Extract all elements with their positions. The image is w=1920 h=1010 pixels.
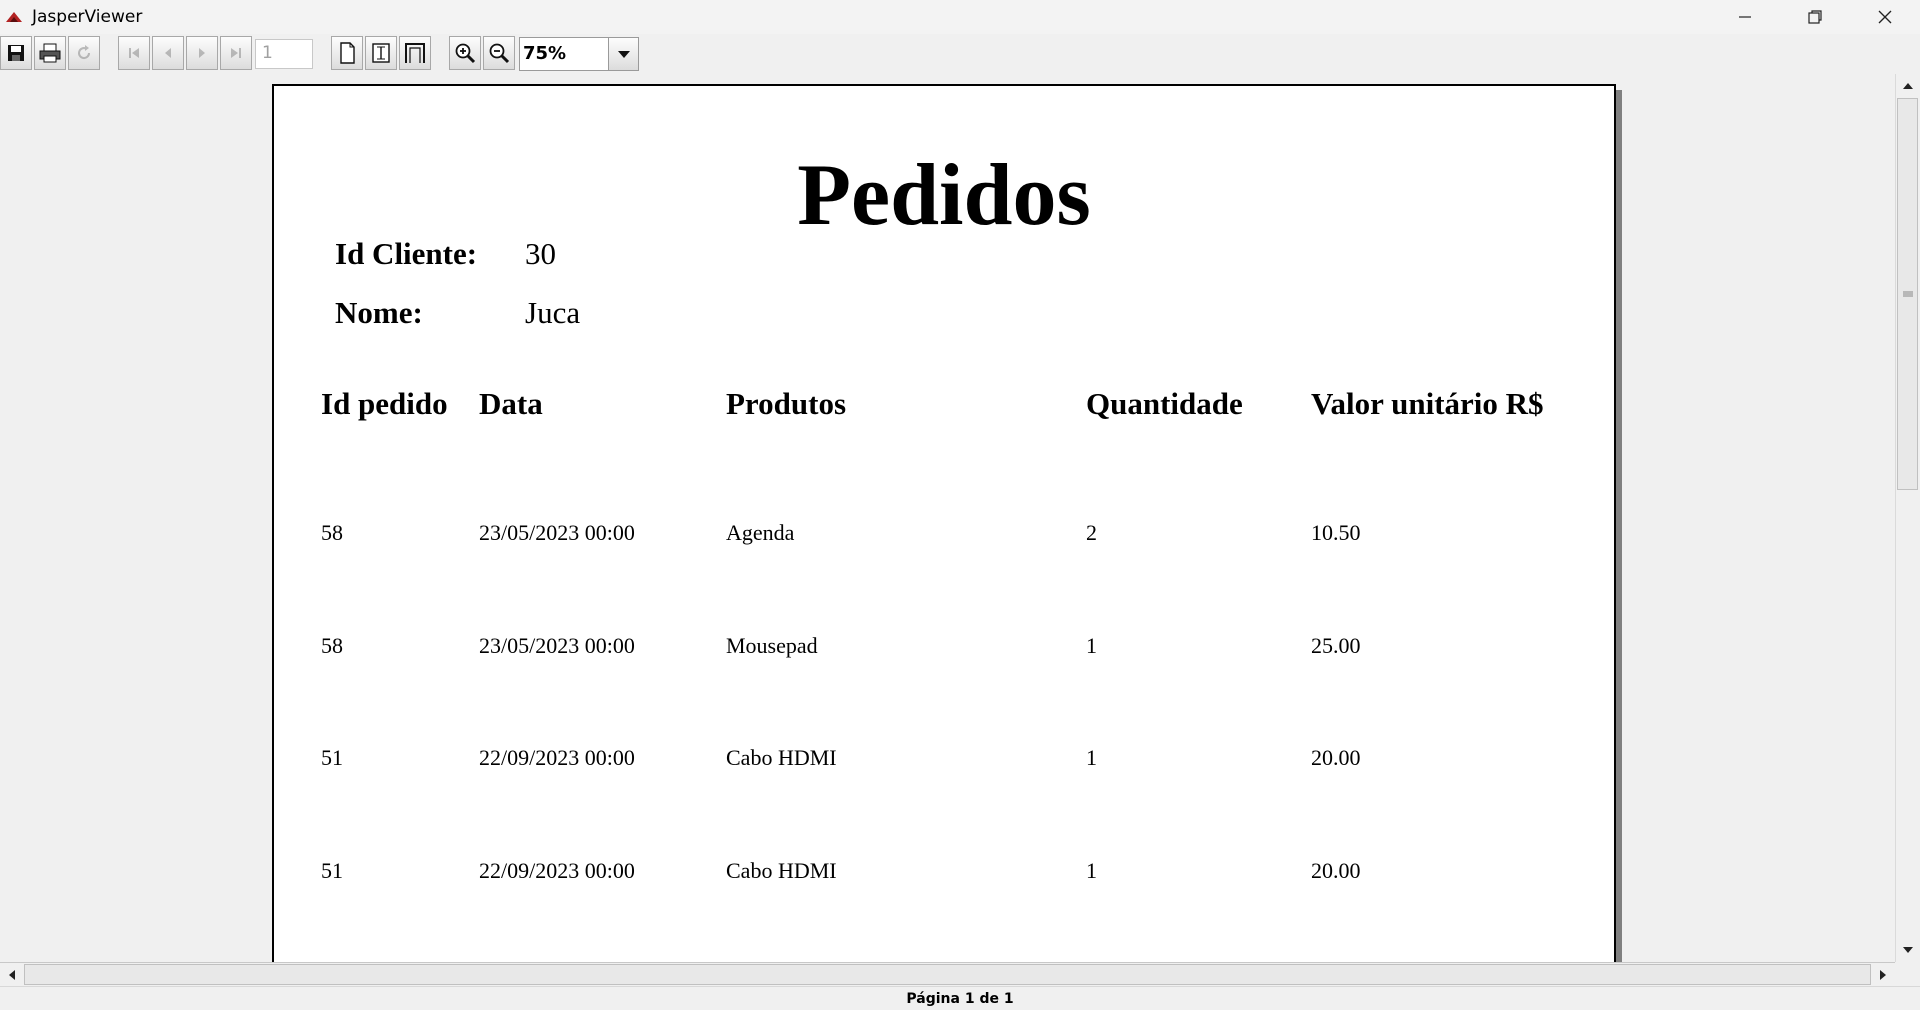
- zoom-out-button[interactable]: [483, 36, 515, 70]
- next-page-button[interactable]: [186, 36, 218, 70]
- arrow-left-icon: [9, 969, 15, 980]
- cell-valor-unitario: 10.50: [1311, 520, 1361, 545]
- cell-produto: Mousepad: [726, 633, 818, 658]
- toolbar: 1 75%: [0, 34, 1920, 74]
- arrow-up-icon: [1903, 83, 1913, 89]
- zoom-dropdown-button[interactable]: [608, 38, 638, 70]
- actual-size-icon: [340, 42, 355, 64]
- jasper-app-icon: [6, 11, 22, 23]
- report-page: Pedidos Id Cliente: 30 Nome: Juca Id ped…: [272, 84, 1616, 962]
- client-id-value: 30: [525, 236, 556, 271]
- cell-data: 23/05/2023 00:00: [479, 633, 635, 658]
- client-name-label: Nome:: [335, 295, 423, 330]
- zoom-select[interactable]: 75%: [519, 37, 639, 71]
- horizontal-scroll-thumb[interactable]: [24, 964, 1871, 985]
- client-id-label: Id Cliente:: [335, 236, 478, 271]
- fit-page-icon: [372, 43, 390, 63]
- cell-quantidade: 1: [1086, 745, 1097, 770]
- title-bar: JasperViewer: [0, 0, 1920, 34]
- report-viewport[interactable]: Pedidos Id Cliente: 30 Nome: Juca Id ped…: [0, 74, 1895, 962]
- cell-valor-unitario: 20.00: [1311, 858, 1361, 883]
- previous-page-icon: [165, 48, 171, 58]
- cell-id-pedido: 51: [321, 745, 343, 770]
- minimize-icon: [1739, 16, 1751, 18]
- arrow-right-icon: [1880, 969, 1886, 980]
- save-button[interactable]: [0, 36, 32, 70]
- minimize-button[interactable]: [1710, 0, 1780, 34]
- status-bar: Página 1 de 1: [0, 986, 1920, 1010]
- first-page-button[interactable]: [118, 36, 150, 70]
- cell-data: 23/05/2023 00:00: [479, 520, 635, 545]
- fit-width-icon: [405, 43, 425, 63]
- zoom-out-icon: [489, 43, 510, 64]
- restore-button[interactable]: [1780, 0, 1850, 34]
- table-row: 58 23/05/2023 00:00 Mousepad 1 25.00: [274, 633, 1614, 673]
- client-name-value: Juca: [525, 295, 581, 330]
- previous-page-button[interactable]: [152, 36, 184, 70]
- page-number-input[interactable]: 1: [255, 39, 313, 69]
- reload-button[interactable]: [68, 36, 100, 70]
- last-page-icon: [231, 48, 241, 58]
- scroll-left-button[interactable]: [0, 963, 24, 986]
- column-header-quantidade: Quantidade: [1086, 386, 1243, 421]
- cell-produto: Cabo HDMI: [726, 858, 837, 883]
- cell-quantidade: 1: [1086, 858, 1097, 883]
- zoom-in-button[interactable]: [449, 36, 481, 70]
- cell-data: 22/09/2023 00:00: [479, 745, 635, 770]
- close-icon: [1878, 10, 1892, 24]
- cell-valor-unitario: 20.00: [1311, 745, 1361, 770]
- reload-icon: [78, 45, 91, 60]
- fit-width-button[interactable]: [399, 36, 431, 70]
- table-row: 58 23/05/2023 00:00 Agenda 2 10.50: [274, 520, 1614, 560]
- window-title: JasperViewer: [32, 7, 143, 27]
- vertical-scrollbar[interactable]: [1895, 74, 1920, 962]
- fit-page-button[interactable]: [365, 36, 397, 70]
- print-button[interactable]: [34, 36, 66, 70]
- column-header-valor-unitario: Valor unitário R$: [1311, 386, 1544, 421]
- cell-id-pedido: 51: [321, 858, 343, 883]
- cell-data: 22/09/2023 00:00: [479, 858, 635, 883]
- cell-valor-unitario: 25.00: [1311, 633, 1361, 658]
- cell-quantidade: 1: [1086, 633, 1097, 658]
- zoom-in-icon: [455, 43, 476, 64]
- cell-produto: Agenda: [726, 520, 795, 545]
- arrow-down-icon: [1903, 947, 1913, 953]
- print-icon: [39, 43, 61, 63]
- scroll-up-button[interactable]: [1896, 74, 1920, 98]
- horizontal-scrollbar[interactable]: [0, 962, 1895, 986]
- dropdown-arrow-icon: [617, 51, 630, 58]
- cell-produto: Cabo HDMI: [726, 745, 837, 770]
- grip-icon: [1902, 291, 1913, 297]
- table-row: 51 22/09/2023 00:00 Cabo HDMI 1 20.00: [274, 858, 1614, 898]
- actual-size-button[interactable]: [331, 36, 363, 70]
- restore-icon: [1808, 10, 1822, 24]
- column-header-id-pedido: Id pedido: [321, 386, 448, 421]
- cell-id-pedido: 58: [321, 633, 343, 658]
- table-row: 51 22/09/2023 00:00 Cabo HDMI 1 20.00: [274, 745, 1614, 785]
- scrollbar-corner: [1895, 962, 1920, 986]
- column-header-data: Data: [479, 386, 543, 421]
- column-header-produtos: Produtos: [726, 386, 847, 421]
- cell-quantidade: 2: [1086, 520, 1097, 545]
- cell-id-pedido: 58: [321, 520, 343, 545]
- first-page-icon: [129, 48, 139, 58]
- next-page-icon: [199, 48, 205, 58]
- scroll-right-button[interactable]: [1871, 963, 1895, 986]
- last-page-button[interactable]: [220, 36, 252, 70]
- save-icon: [8, 45, 24, 61]
- report-title: Pedidos: [797, 147, 1091, 244]
- zoom-value[interactable]: 75%: [523, 41, 607, 67]
- page-status: Página 1 de 1: [906, 991, 1014, 1007]
- scroll-down-button[interactable]: [1896, 938, 1920, 962]
- vertical-scroll-thumb[interactable]: [1897, 98, 1918, 490]
- close-button[interactable]: [1850, 0, 1920, 34]
